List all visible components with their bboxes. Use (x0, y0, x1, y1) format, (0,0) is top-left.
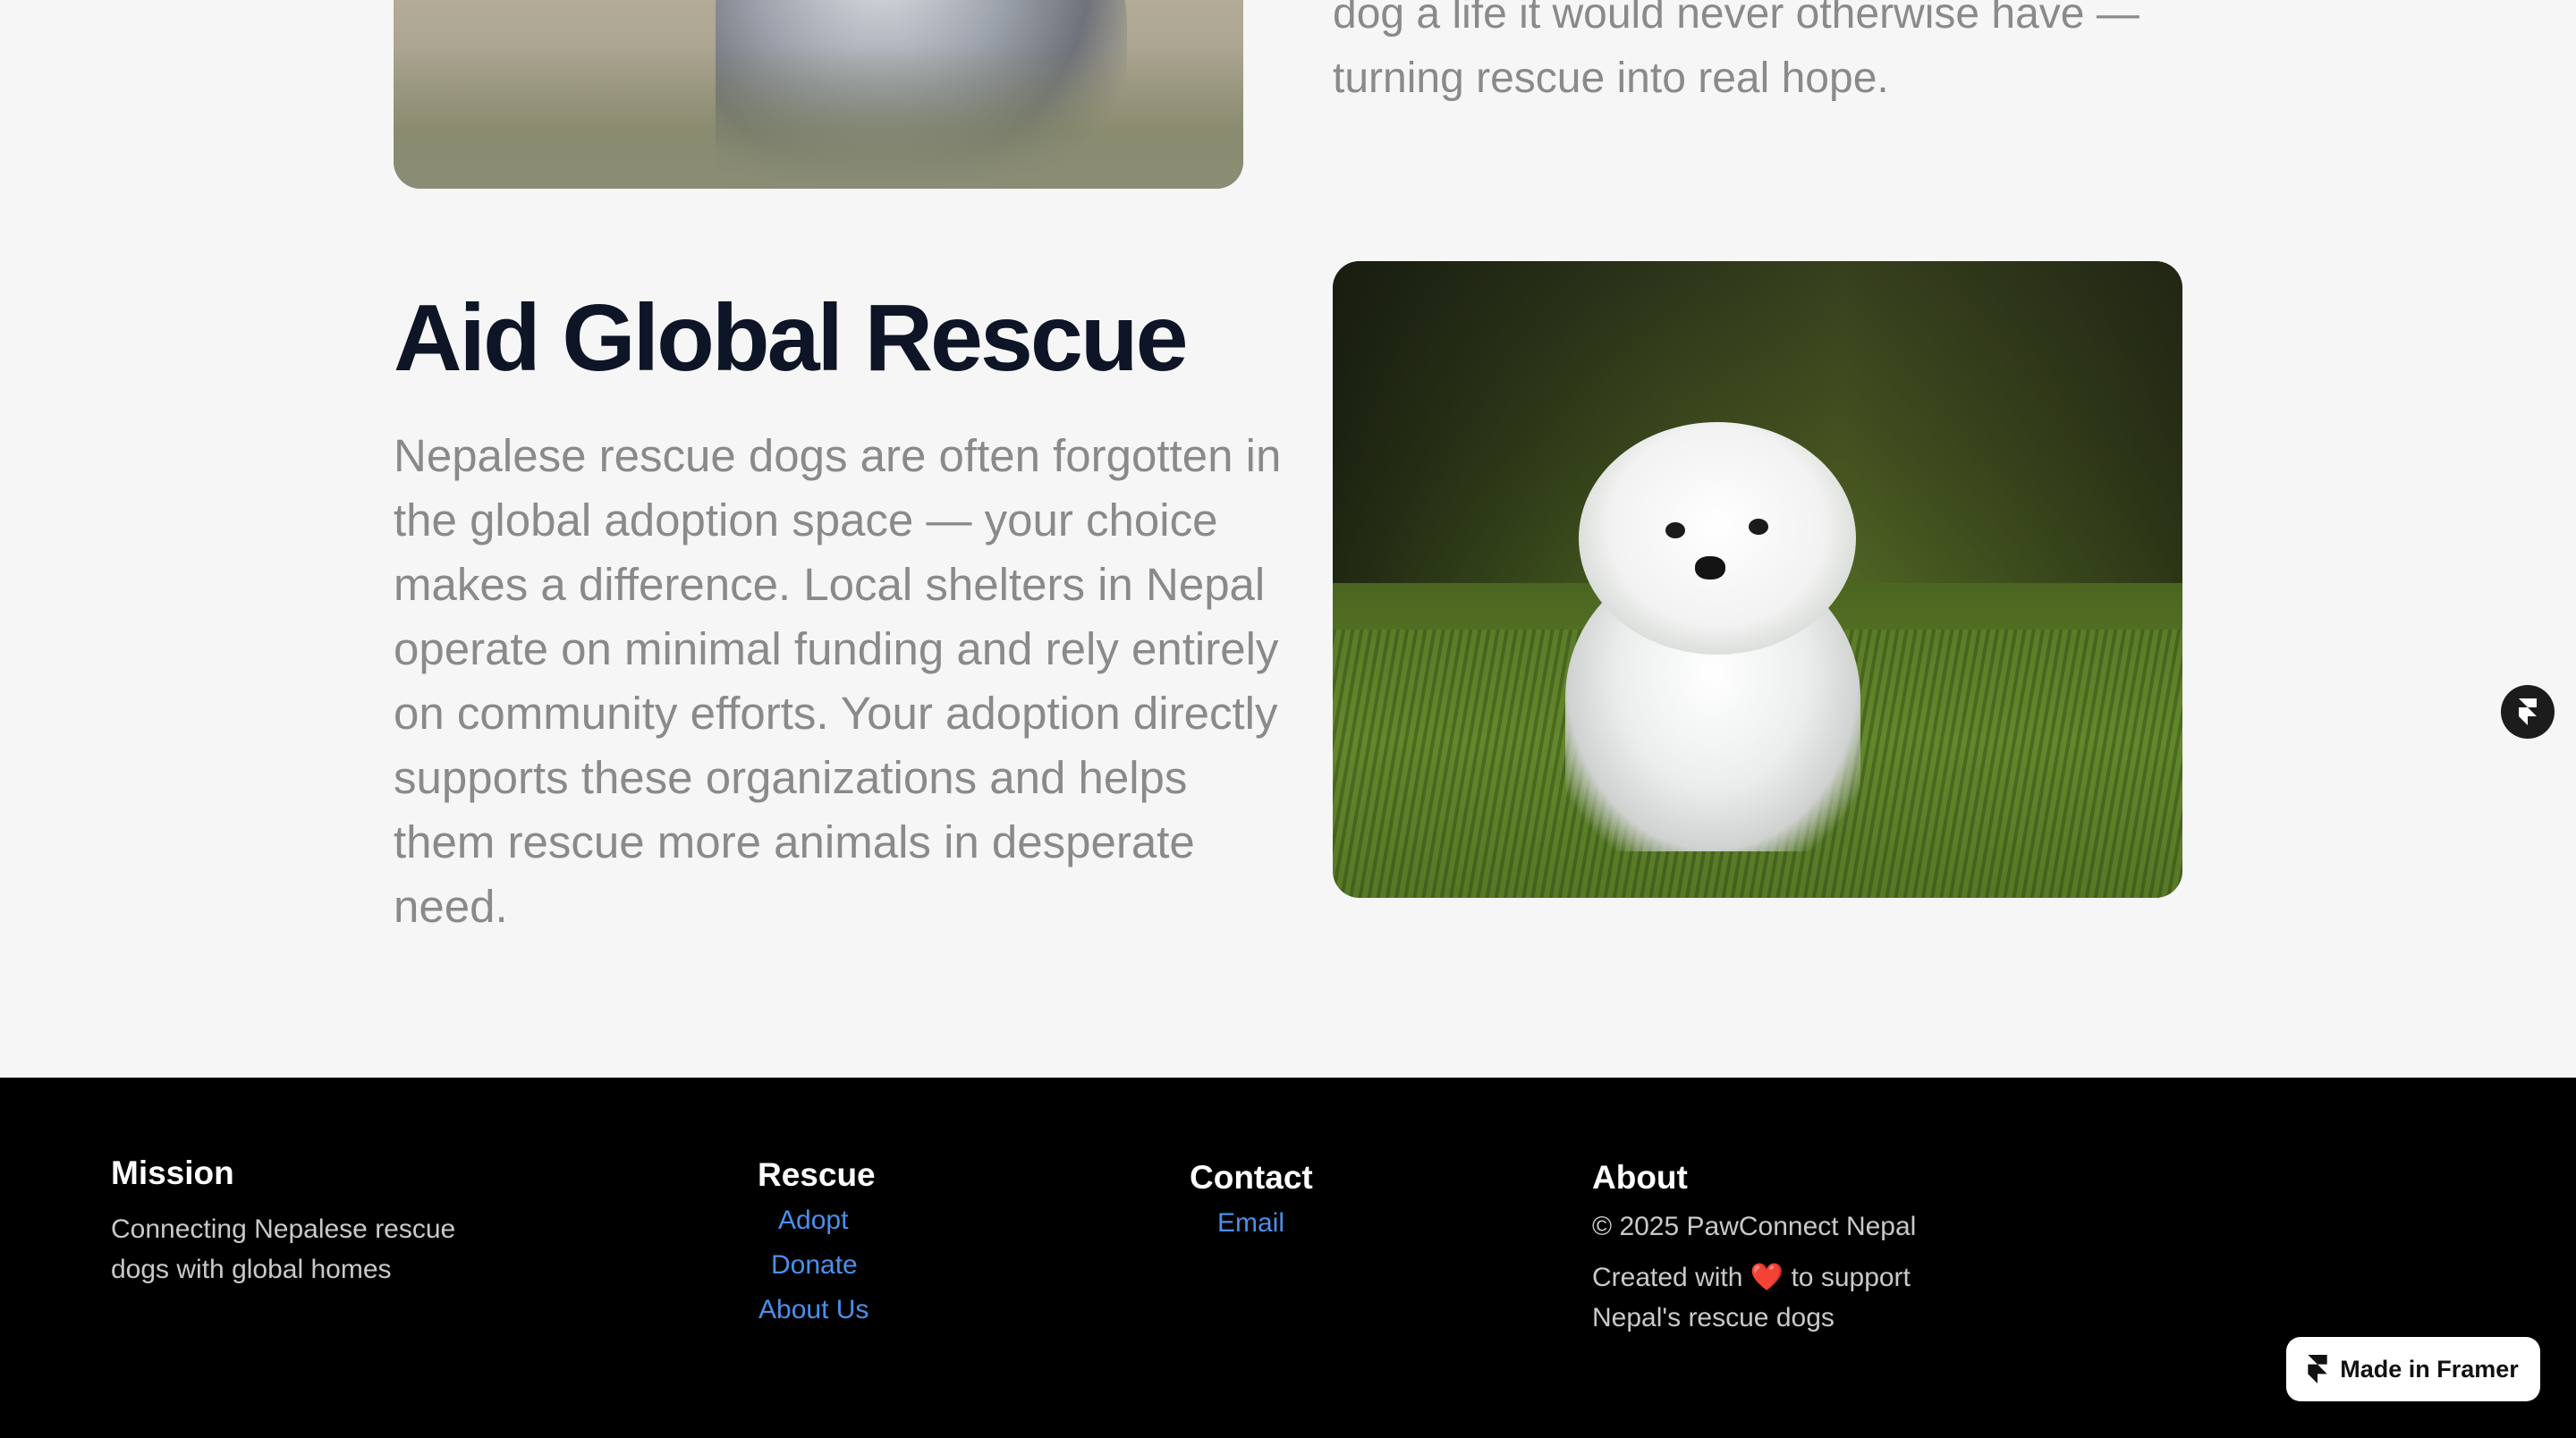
footer-contact-heading: Contact (1190, 1159, 1313, 1196)
story-text-line1: dog a life it would never otherwise have… (1333, 0, 2140, 38)
footer-created-with: Created with ❤️ to support Nepal's rescu… (1592, 1257, 1950, 1338)
footer-link-adopt[interactable]: Adopt (778, 1205, 848, 1236)
page: dog a life it would never otherwise have… (0, 0, 2576, 1438)
puppy-head (1579, 422, 1856, 655)
white-puppy-photo (1333, 261, 2182, 898)
made-in-framer-label: Made in Framer (2340, 1355, 2519, 1383)
footer-link-email[interactable]: Email (1217, 1208, 1284, 1239)
grass (394, 46, 1243, 189)
story-text-top: dog a life it would never otherwise have… (1333, 0, 2209, 111)
created-with-text: Created with (1592, 1263, 1743, 1292)
footer: Mission Connecting Nepalese rescue dogs … (0, 1078, 2576, 1438)
puppy-eye-right (1749, 519, 1768, 535)
framer-logo-icon (2519, 698, 2537, 725)
framer-logo-icon (2308, 1355, 2327, 1383)
footer-mission-heading: Mission (111, 1155, 234, 1191)
made-in-framer-badge[interactable]: Made in Framer (2286, 1337, 2540, 1401)
footer-rescue-heading: Rescue (758, 1156, 876, 1193)
framer-round-button[interactable] (2501, 685, 2555, 739)
footer-about-heading: About (1592, 1159, 1688, 1196)
footer-link-donate[interactable]: Donate (771, 1250, 858, 1281)
dog-photo-top (394, 0, 1243, 189)
section-body: Nepalese rescue dogs are often forgotten… (394, 430, 1282, 932)
heart-icon: ❤️ (1750, 1263, 1784, 1292)
puppy-nose (1695, 556, 1725, 579)
footer-mission-text: Connecting Nepalese rescue dogs with glo… (111, 1214, 456, 1284)
footer-copyright: © 2025 PawConnect Nepal (1592, 1212, 1917, 1241)
section-title: Aid Global Rescue (394, 285, 1189, 391)
puppy-eye-left (1665, 522, 1685, 538)
story-text-line2: turning rescue into real hope. (1333, 55, 1889, 102)
footer-link-about-us[interactable]: About Us (758, 1295, 869, 1325)
